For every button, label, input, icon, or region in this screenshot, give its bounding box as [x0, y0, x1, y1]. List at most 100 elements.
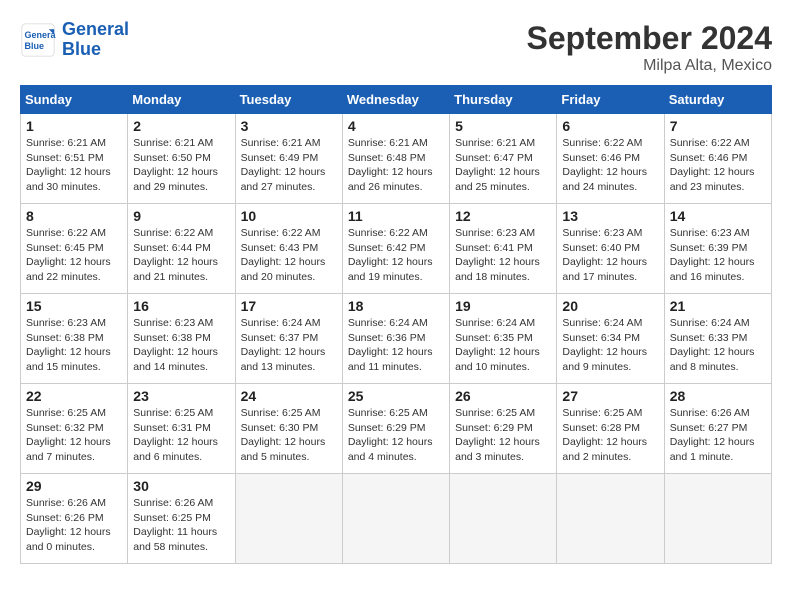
day-number: 12 — [455, 208, 551, 224]
day-info: Sunrise: 6:26 AM Sunset: 6:25 PM Dayligh… — [133, 496, 229, 555]
calendar-cell: 17 Sunrise: 6:24 AM Sunset: 6:37 PM Dayli… — [235, 294, 342, 384]
calendar-week-3: 15 Sunrise: 6:23 AM Sunset: 6:38 PM Dayli… — [21, 294, 772, 384]
calendar-cell: 11 Sunrise: 6:22 AM Sunset: 6:42 PM Dayli… — [342, 204, 449, 294]
day-info: Sunrise: 6:26 AM Sunset: 6:26 PM Dayligh… — [26, 496, 122, 555]
calendar-cell: 19 Sunrise: 6:24 AM Sunset: 6:35 PM Dayli… — [450, 294, 557, 384]
day-info: Sunrise: 6:24 AM Sunset: 6:35 PM Dayligh… — [455, 316, 551, 375]
day-info: Sunrise: 6:21 AM Sunset: 6:51 PM Dayligh… — [26, 136, 122, 195]
day-number: 27 — [562, 388, 658, 404]
day-number: 11 — [348, 208, 444, 224]
day-info: Sunrise: 6:23 AM Sunset: 6:39 PM Dayligh… — [670, 226, 766, 285]
day-number: 26 — [455, 388, 551, 404]
month-title: September 2024 — [527, 20, 772, 57]
day-info: Sunrise: 6:24 AM Sunset: 6:33 PM Dayligh… — [670, 316, 766, 375]
day-number: 15 — [26, 298, 122, 314]
calendar-cell: 12Sunrise: 6:23 AM Sunset: 6:41 PM Dayli… — [450, 204, 557, 294]
day-info: Sunrise: 6:21 AM Sunset: 6:47 PM Dayligh… — [455, 136, 551, 195]
calendar-cell — [450, 474, 557, 564]
day-number: 29 — [26, 478, 122, 494]
calendar-cell: 6Sunrise: 6:22 AM Sunset: 6:46 PM Daylig… — [557, 114, 664, 204]
calendar-cell — [557, 474, 664, 564]
calendar-header-thursday: Thursday — [450, 86, 557, 114]
day-number: 14 — [670, 208, 766, 224]
day-info: Sunrise: 6:23 AM Sunset: 6:38 PM Dayligh… — [26, 316, 122, 375]
day-info: Sunrise: 6:26 AM Sunset: 6:27 PM Dayligh… — [670, 406, 766, 465]
day-number: 30 — [133, 478, 229, 494]
calendar-header-saturday: Saturday — [664, 86, 771, 114]
day-number: 7 — [670, 118, 766, 134]
calendar-week-1: 1Sunrise: 6:21 AM Sunset: 6:51 PM Daylig… — [21, 114, 772, 204]
calendar-cell: 21 Sunrise: 6:24 AM Sunset: 6:33 PM Dayli… — [664, 294, 771, 384]
day-number: 5 — [455, 118, 551, 134]
calendar-week-2: 8 Sunrise: 6:22 AM Sunset: 6:45 PM Daylig… — [21, 204, 772, 294]
calendar-header-friday: Friday — [557, 86, 664, 114]
calendar-cell: 9Sunrise: 6:22 AM Sunset: 6:44 PM Daylig… — [128, 204, 235, 294]
calendar-cell — [664, 474, 771, 564]
day-number: 13 — [562, 208, 658, 224]
calendar-cell: 16Sunrise: 6:23 AM Sunset: 6:38 PM Dayli… — [128, 294, 235, 384]
calendar-cell: 7Sunrise: 6:22 AM Sunset: 6:46 PM Daylig… — [664, 114, 771, 204]
logo-text: GeneralBlue — [62, 20, 129, 60]
day-number: 24 — [241, 388, 337, 404]
calendar-cell: 24 Sunrise: 6:25 AM Sunset: 6:30 PM Dayli… — [235, 384, 342, 474]
day-info: Sunrise: 6:22 AM Sunset: 6:43 PM Dayligh… — [241, 226, 337, 285]
day-number: 4 — [348, 118, 444, 134]
day-info: Sunrise: 6:24 AM Sunset: 6:37 PM Dayligh… — [241, 316, 337, 375]
calendar-cell: 22Sunrise: 6:25 AM Sunset: 6:32 PM Dayli… — [21, 384, 128, 474]
calendar-cell: 26 Sunrise: 6:25 AM Sunset: 6:29 PM Dayli… — [450, 384, 557, 474]
calendar-cell: 2Sunrise: 6:21 AM Sunset: 6:50 PM Daylig… — [128, 114, 235, 204]
day-info: Sunrise: 6:22 AM Sunset: 6:45 PM Dayligh… — [26, 226, 122, 285]
day-number: 10 — [241, 208, 337, 224]
day-number: 18 — [348, 298, 444, 314]
day-number: 28 — [670, 388, 766, 404]
calendar-header-row: SundayMondayTuesdayWednesdayThursdayFrid… — [21, 86, 772, 114]
day-number: 17 — [241, 298, 337, 314]
day-info: Sunrise: 6:21 AM Sunset: 6:48 PM Dayligh… — [348, 136, 444, 195]
day-number: 20 — [562, 298, 658, 314]
calendar-cell: 23 Sunrise: 6:25 AM Sunset: 6:31 PM Dayli… — [128, 384, 235, 474]
day-info: Sunrise: 6:25 AM Sunset: 6:29 PM Dayligh… — [348, 406, 444, 465]
calendar-week-4: 22Sunrise: 6:25 AM Sunset: 6:32 PM Dayli… — [21, 384, 772, 474]
calendar-cell: 30 Sunrise: 6:26 AM Sunset: 6:25 PM Dayli… — [128, 474, 235, 564]
day-info: Sunrise: 6:25 AM Sunset: 6:30 PM Dayligh… — [241, 406, 337, 465]
day-number: 23 — [133, 388, 229, 404]
day-number: 6 — [562, 118, 658, 134]
day-number: 3 — [241, 118, 337, 134]
calendar-header-tuesday: Tuesday — [235, 86, 342, 114]
header: General Blue GeneralBlue September 2024 … — [20, 20, 772, 75]
calendar-cell: 15 Sunrise: 6:23 AM Sunset: 6:38 PM Dayli… — [21, 294, 128, 384]
calendar-cell — [342, 474, 449, 564]
calendar-cell: 14 Sunrise: 6:23 AM Sunset: 6:39 PM Dayli… — [664, 204, 771, 294]
calendar-cell: 5 Sunrise: 6:21 AM Sunset: 6:47 PM Daylig… — [450, 114, 557, 204]
day-info: Sunrise: 6:25 AM Sunset: 6:32 PM Dayligh… — [26, 406, 122, 465]
day-info: Sunrise: 6:25 AM Sunset: 6:31 PM Dayligh… — [133, 406, 229, 465]
calendar-cell: 3Sunrise: 6:21 AM Sunset: 6:49 PM Daylig… — [235, 114, 342, 204]
day-info: Sunrise: 6:22 AM Sunset: 6:42 PM Dayligh… — [348, 226, 444, 285]
title-area: September 2024 Milpa Alta, Mexico — [527, 20, 772, 75]
day-number: 9 — [133, 208, 229, 224]
location-title: Milpa Alta, Mexico — [527, 57, 772, 75]
calendar-cell: 4 Sunrise: 6:21 AM Sunset: 6:48 PM Daylig… — [342, 114, 449, 204]
day-info: Sunrise: 6:25 AM Sunset: 6:29 PM Dayligh… — [455, 406, 551, 465]
calendar-cell: 10 Sunrise: 6:22 AM Sunset: 6:43 PM Dayli… — [235, 204, 342, 294]
calendar-cell: 8 Sunrise: 6:22 AM Sunset: 6:45 PM Daylig… — [21, 204, 128, 294]
calendar-table: SundayMondayTuesdayWednesdayThursdayFrid… — [20, 85, 772, 564]
calendar-cell: 13Sunrise: 6:23 AM Sunset: 6:40 PM Dayli… — [557, 204, 664, 294]
calendar-cell: 1Sunrise: 6:21 AM Sunset: 6:51 PM Daylig… — [21, 114, 128, 204]
calendar-cell: 25Sunrise: 6:25 AM Sunset: 6:29 PM Dayli… — [342, 384, 449, 474]
day-info: Sunrise: 6:25 AM Sunset: 6:28 PM Dayligh… — [562, 406, 658, 465]
calendar-cell: 27 Sunrise: 6:25 AM Sunset: 6:28 PM Dayli… — [557, 384, 664, 474]
calendar-cell: 18Sunrise: 6:24 AM Sunset: 6:36 PM Dayli… — [342, 294, 449, 384]
calendar-cell: 20 Sunrise: 6:24 AM Sunset: 6:34 PM Dayli… — [557, 294, 664, 384]
svg-text:General: General — [25, 30, 57, 40]
day-number: 8 — [26, 208, 122, 224]
day-number: 19 — [455, 298, 551, 314]
calendar-header-sunday: Sunday — [21, 86, 128, 114]
calendar-header-monday: Monday — [128, 86, 235, 114]
day-info: Sunrise: 6:24 AM Sunset: 6:34 PM Dayligh… — [562, 316, 658, 375]
day-number: 21 — [670, 298, 766, 314]
day-number: 16 — [133, 298, 229, 314]
day-info: Sunrise: 6:21 AM Sunset: 6:50 PM Dayligh… — [133, 136, 229, 195]
calendar-cell: 28 Sunrise: 6:26 AM Sunset: 6:27 PM Dayli… — [664, 384, 771, 474]
calendar-header-wednesday: Wednesday — [342, 86, 449, 114]
